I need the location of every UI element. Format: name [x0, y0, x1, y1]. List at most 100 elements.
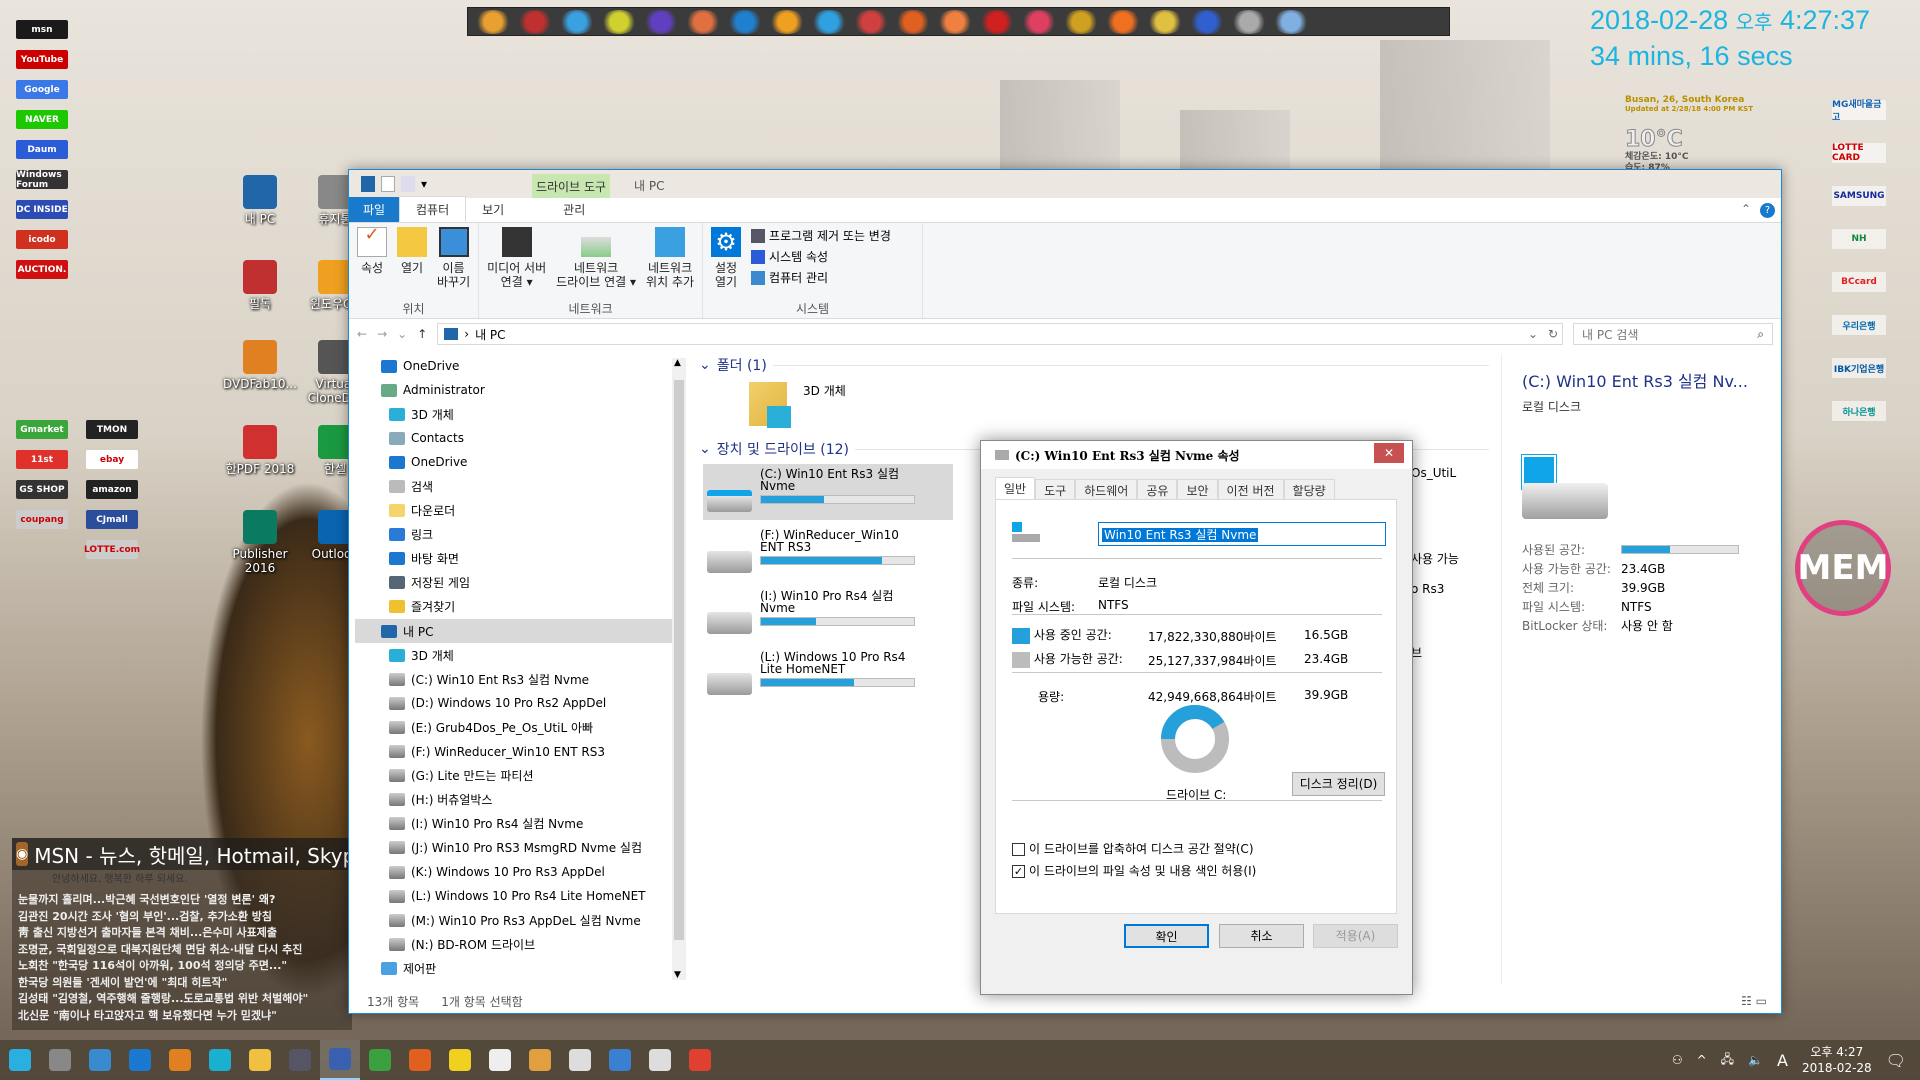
- launcher-icon[interactable]: [642, 9, 680, 34]
- drive-tile[interactable]: (L:) Windows 10 Pro Rs4 Lite HomeNET: [703, 647, 953, 703]
- taskbar-app[interactable]: [640, 1040, 680, 1080]
- close-button[interactable]: ✕: [1374, 443, 1404, 463]
- launcher-icon[interactable]: [558, 9, 596, 34]
- system-properties-button[interactable]: 시스템 속성: [751, 248, 891, 265]
- desktop-icon[interactable]: 내 PC: [220, 175, 300, 226]
- ok-button[interactable]: 확인: [1124, 924, 1209, 948]
- nav-item[interactable]: 제어판: [355, 956, 685, 980]
- taskbar-app[interactable]: [80, 1040, 120, 1080]
- help-icon[interactable]: ?: [1760, 203, 1775, 218]
- nav-item[interactable]: 3D 개체: [355, 643, 685, 667]
- desktop-icon[interactable]: 필독: [220, 260, 300, 311]
- tab-view[interactable]: 보기: [466, 197, 520, 222]
- launcher-icon[interactable]: [1230, 9, 1268, 34]
- dialog-title-bar[interactable]: (C:) Win10 Ent Rs3 실컴 Nvme 속성 ✕: [981, 441, 1412, 469]
- media-server-button[interactable]: 미디어 서버 연결 ▾: [483, 227, 550, 300]
- taskbar-app[interactable]: [520, 1040, 560, 1080]
- nav-item[interactable]: 검색: [355, 474, 685, 498]
- view-toggle-icons[interactable]: ☷ ▭: [1741, 994, 1767, 1008]
- search-input[interactable]: 내 PC 검색 ⌕: [1573, 323, 1773, 345]
- site-shortcut[interactable]: YouTube: [16, 50, 68, 69]
- news-item[interactable]: 노회찬 "한국당 116석이 아까워, 100석 정의당 주면...": [18, 958, 346, 975]
- up-button[interactable]: ↑: [417, 327, 427, 341]
- refresh-icon[interactable]: ↻: [1548, 327, 1558, 341]
- taskbar-app[interactable]: [560, 1040, 600, 1080]
- news-item[interactable]: 한국당 의원들 '겐세이 발언'에 "최대 히트작": [18, 975, 346, 992]
- site-shortcut[interactable]: Daum: [16, 140, 68, 159]
- taskbar-clock[interactable]: 오후 4:27 2018-02-28: [1802, 1044, 1872, 1076]
- dialog-tab[interactable]: 보안: [1177, 479, 1218, 501]
- desktop-icon[interactable]: 한PDF 2018: [220, 425, 300, 476]
- site-shortcut[interactable]: coupang: [16, 510, 68, 529]
- bank-shortcut[interactable]: IBK기업은행: [1832, 358, 1886, 378]
- address-bar[interactable]: › 내 PC ⌄ ↻: [437, 323, 1563, 345]
- launcher-icon[interactable]: [684, 9, 722, 34]
- taskbar-app[interactable]: [240, 1040, 280, 1080]
- nav-item[interactable]: 즐겨찾기: [355, 595, 685, 619]
- dialog-tab[interactable]: 하드웨어: [1075, 479, 1138, 501]
- group-header-folders[interactable]: ⌄ 폴더 (1): [699, 354, 1489, 376]
- launcher-icon[interactable]: [810, 9, 848, 34]
- action-center-icon[interactable]: 🗨: [1886, 1051, 1906, 1070]
- title-bar[interactable]: ▾ 드라이브 도구 내 PC: [349, 170, 1781, 198]
- nav-item[interactable]: (I:) Win10 Pro Rs4 실컴 Nvme: [355, 812, 685, 836]
- launcher-icon[interactable]: [516, 9, 554, 34]
- forward-button[interactable]: →: [377, 327, 387, 341]
- nav-item[interactable]: (D:) Windows 10 Pro Rs2 AppDel: [355, 691, 685, 715]
- bank-shortcut[interactable]: LOTTE CARD: [1832, 143, 1886, 163]
- launcher-icon[interactable]: [894, 9, 932, 34]
- uninstall-program-button[interactable]: 프로그램 제거 또는 변경: [751, 227, 891, 244]
- tab-computer[interactable]: 컴퓨터: [399, 196, 467, 222]
- computer-management-button[interactable]: 컴퓨터 관리: [751, 269, 891, 286]
- show-hidden-icons[interactable]: ^: [1697, 1053, 1707, 1067]
- dialog-tab[interactable]: 일반: [995, 477, 1036, 501]
- taskbar-app[interactable]: [160, 1040, 200, 1080]
- site-shortcut[interactable]: Gmarket: [16, 420, 68, 439]
- nav-item[interactable]: (E:) Grub4Dos_Pe_Os_UtiL 아빠: [355, 715, 685, 739]
- launcher-icon[interactable]: [726, 9, 764, 34]
- collapse-ribbon-icon[interactable]: ⌃: [1741, 202, 1751, 216]
- news-item[interactable]: 北신문 "南이나 타고앉자고 핵 보유했다면 누가 믿겠냐": [18, 1008, 346, 1025]
- add-network-location-button[interactable]: 네트워크 위치 추가: [642, 227, 698, 300]
- launcher-icon[interactable]: [1020, 9, 1058, 34]
- properties-button[interactable]: ✓ 속성: [353, 226, 391, 300]
- bank-shortcut[interactable]: 하나은행: [1832, 401, 1886, 421]
- people-icon[interactable]: ⚇: [1672, 1053, 1683, 1067]
- launcher-icon[interactable]: [978, 9, 1016, 34]
- disk-cleanup-button[interactable]: 디스크 정리(D): [1292, 772, 1385, 796]
- drive-tile[interactable]: (F:) WinReducer_Win10 ENT RS3: [703, 525, 953, 581]
- apply-button[interactable]: 적용(A): [1313, 924, 1398, 948]
- nav-item[interactable]: Administrator: [355, 378, 685, 402]
- ime-indicator[interactable]: A: [1777, 1051, 1788, 1070]
- nav-item[interactable]: (F:) WinReducer_Win10 ENT RS3: [355, 740, 685, 764]
- site-shortcut[interactable]: Google: [16, 80, 68, 99]
- nav-scrollbar[interactable]: ▲ ▼: [672, 358, 686, 980]
- task-view-button[interactable]: [40, 1040, 80, 1080]
- mem-widget[interactable]: MEM: [1795, 520, 1891, 616]
- bank-shortcut[interactable]: BCcard: [1832, 272, 1886, 292]
- news-item[interactable]: 조명균, 국회일정으로 대북지원단체 면담 취소·내달 다시 추진: [18, 942, 346, 959]
- launcher-icon[interactable]: [1272, 9, 1310, 34]
- site-shortcut[interactable]: CJmall: [86, 510, 138, 529]
- site-shortcut[interactable]: DC INSIDE: [16, 200, 68, 219]
- launcher-icon[interactable]: [1062, 9, 1100, 34]
- taskbar-app[interactable]: [680, 1040, 720, 1080]
- volume-icon[interactable]: 🔈: [1748, 1053, 1763, 1067]
- site-shortcut[interactable]: NAVER: [16, 110, 68, 129]
- taskbar-app[interactable]: [280, 1040, 320, 1080]
- site-shortcut[interactable]: LOTTE.com: [84, 540, 140, 559]
- desktop-icon[interactable]: Publisher 2016: [220, 510, 300, 575]
- nav-item[interactable]: (J:) Win10 Pro RS3 MsmgRD Nvme 실컴: [355, 836, 685, 860]
- back-button[interactable]: ←: [357, 327, 367, 341]
- nav-item[interactable]: (L:) Windows 10 Pro Rs4 Lite HomeNET: [355, 884, 685, 908]
- taskbar-app[interactable]: [360, 1040, 400, 1080]
- site-shortcut[interactable]: icodo: [16, 230, 68, 249]
- launcher-icon[interactable]: [936, 9, 974, 34]
- site-shortcut[interactable]: ebay: [86, 450, 138, 469]
- network-icon[interactable]: 🖧: [1721, 1050, 1734, 1071]
- new-folder-quick-icon[interactable]: [401, 176, 415, 192]
- launcher-icon[interactable]: [852, 9, 890, 34]
- taskbar-app[interactable]: [600, 1040, 640, 1080]
- nav-item[interactable]: (K:) Windows 10 Pro Rs3 AppDel: [355, 860, 685, 884]
- cancel-button[interactable]: 취소: [1219, 924, 1304, 948]
